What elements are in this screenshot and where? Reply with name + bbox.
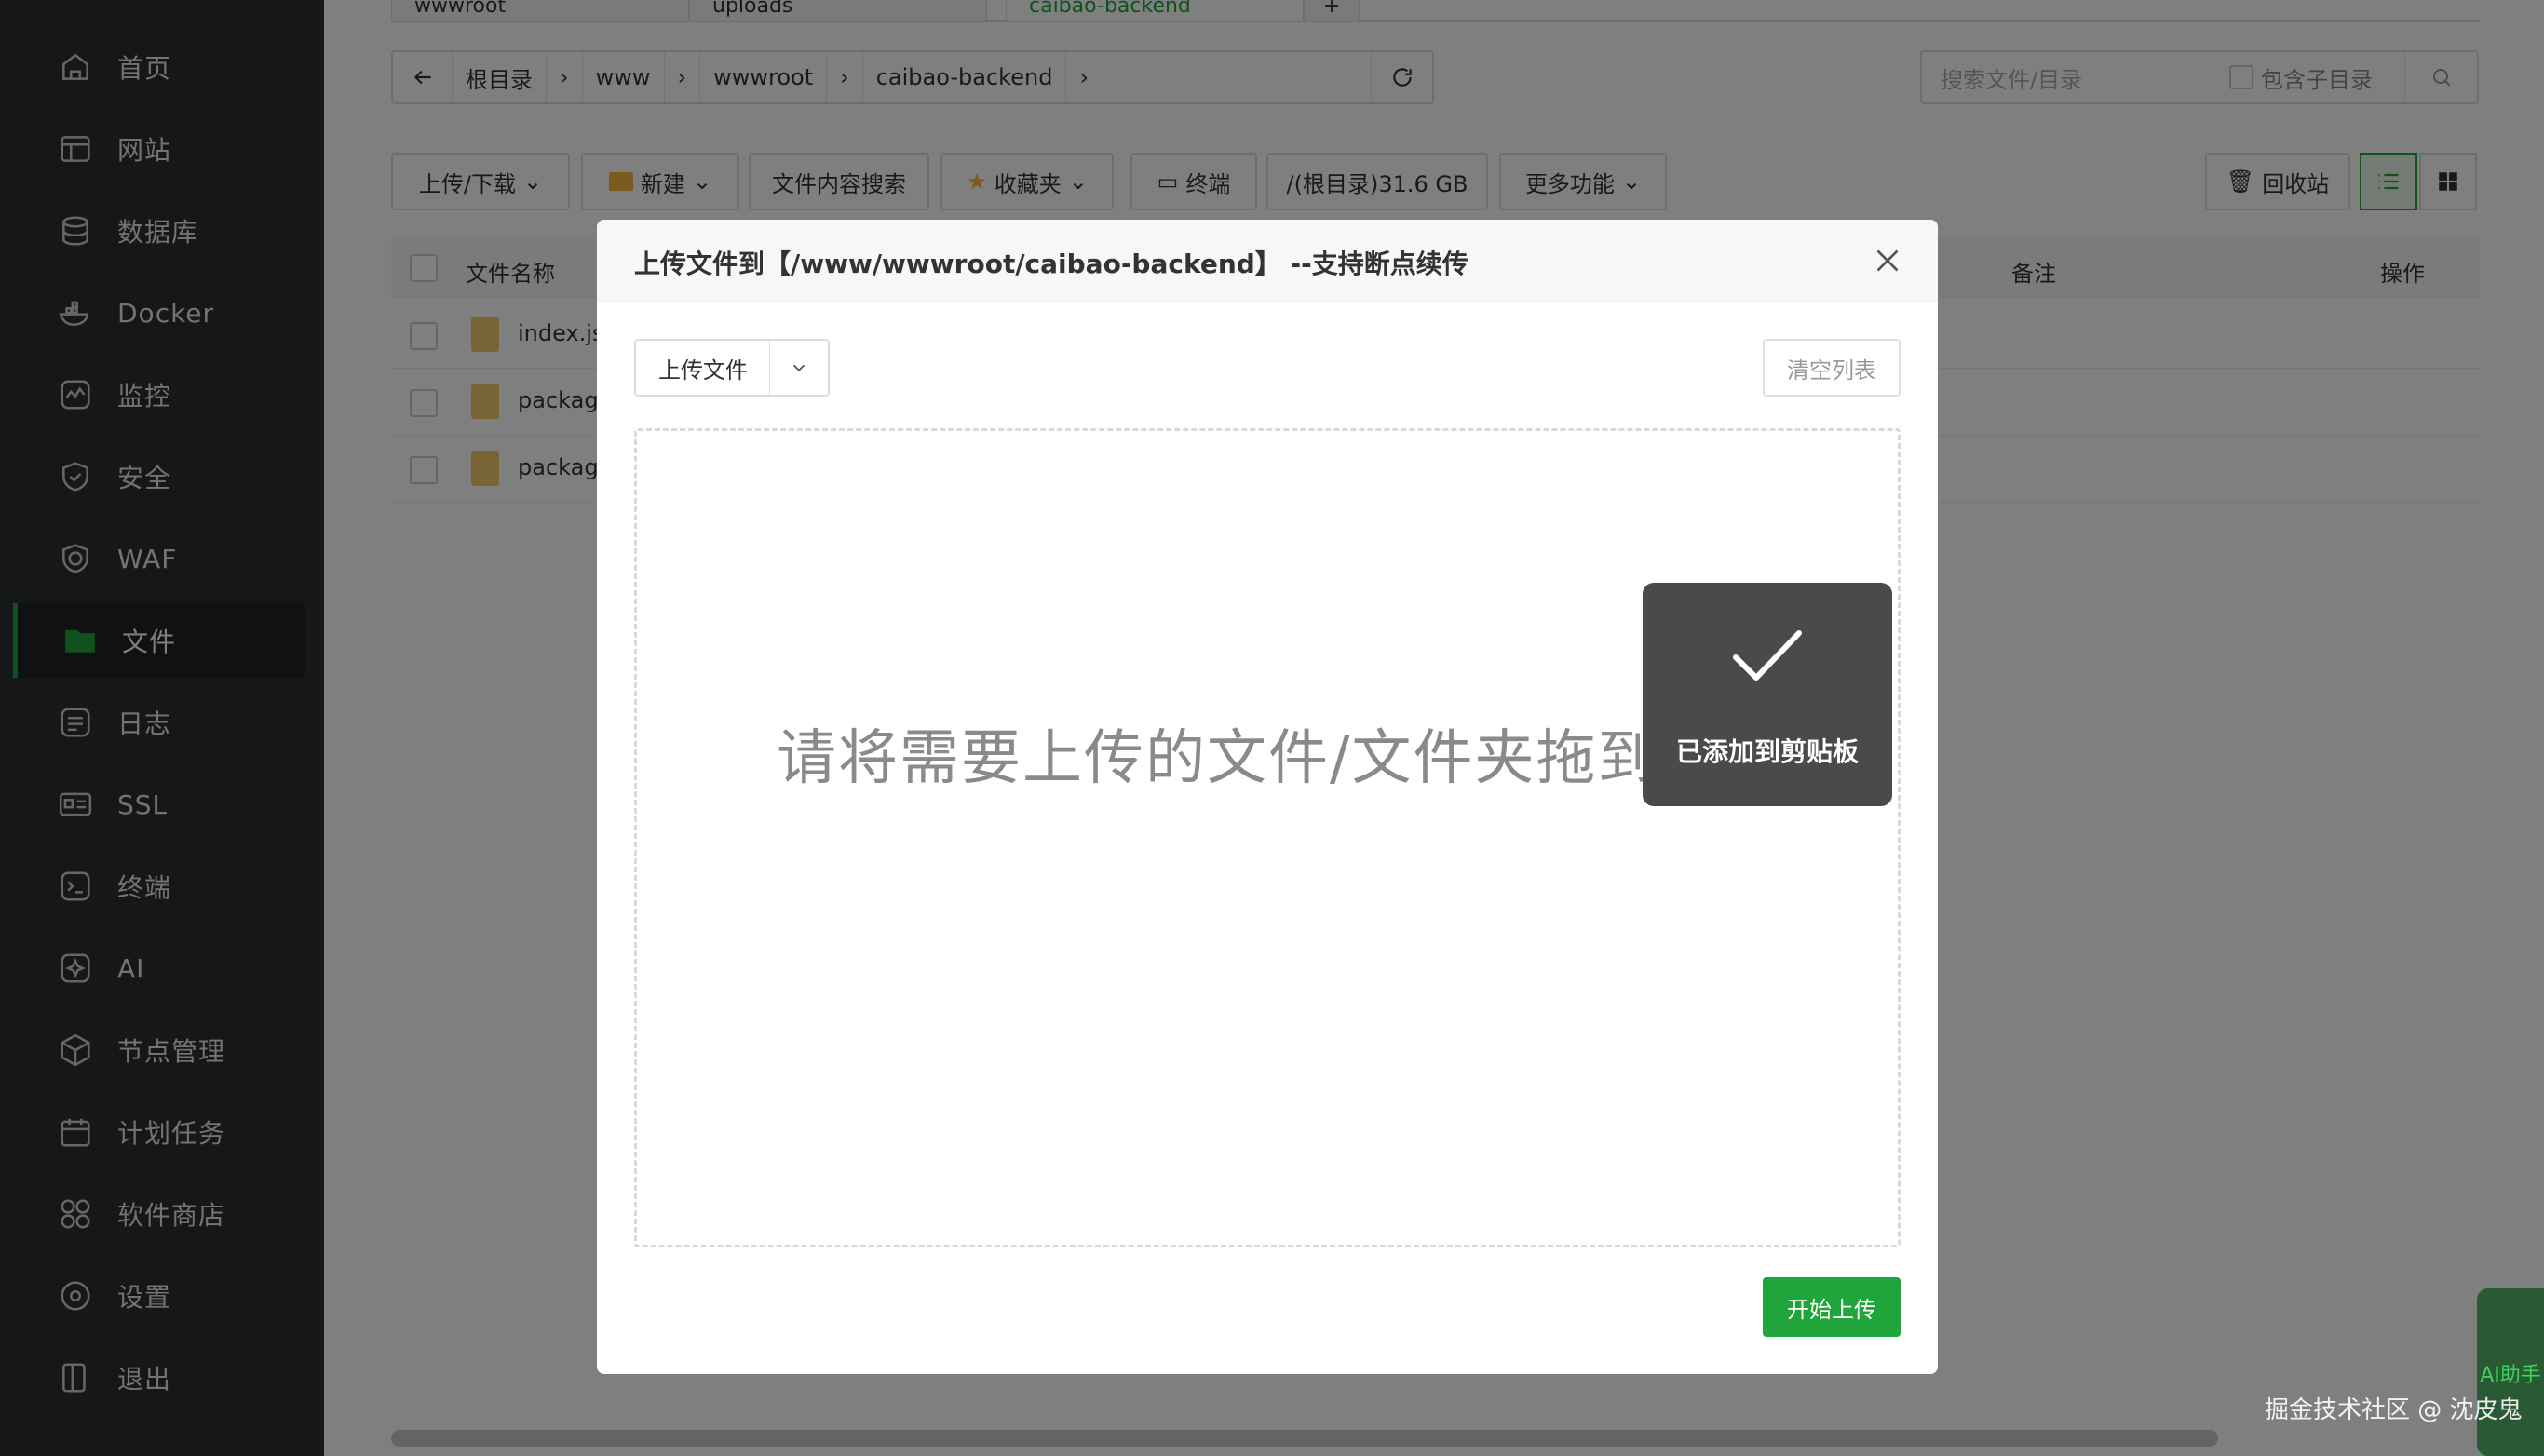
clipboard-toast: 已添加到剪贴板 [1643, 583, 1892, 806]
dialog-title: 上传文件到【/www/wwwroot/caibao-backend】 --支持断… [634, 249, 1468, 279]
clear-list-button[interactable]: 清空列表 [1763, 339, 1901, 397]
drop-zone-hint: 请将需要上传的文件/文件夹拖到此处 [777, 724, 1782, 793]
ai-helper-label: AI助手 [2480, 1364, 2541, 1387]
chevron-down-icon[interactable] [770, 357, 828, 378]
upload-file-dropdown[interactable]: 上传文件 [634, 339, 830, 397]
checkmark-icon [1733, 630, 1802, 681]
start-upload-button[interactable]: 开始上传 [1763, 1277, 1901, 1337]
button-label: 开始上传 [1787, 1296, 1876, 1323]
file-drop-zone[interactable]: 请将需要上传的文件/文件夹拖到此处 [634, 428, 1901, 1247]
button-label: 清空列表 [1787, 357, 1876, 384]
dialog-header: 上传文件到【/www/wwwroot/caibao-backend】 --支持断… [597, 220, 1938, 302]
close-button[interactable] [1871, 244, 1904, 277]
toast-message: 已添加到剪贴板 [1675, 736, 1859, 767]
close-icon [1876, 249, 1899, 272]
upload-file-button[interactable]: 上传文件 [636, 341, 770, 395]
watermark: 掘金技术社区 @ 沈皮鬼 [2265, 1396, 2523, 1424]
ai-helper-button[interactable]: AI助手 [2477, 1288, 2544, 1456]
button-label: 上传文件 [658, 357, 748, 384]
